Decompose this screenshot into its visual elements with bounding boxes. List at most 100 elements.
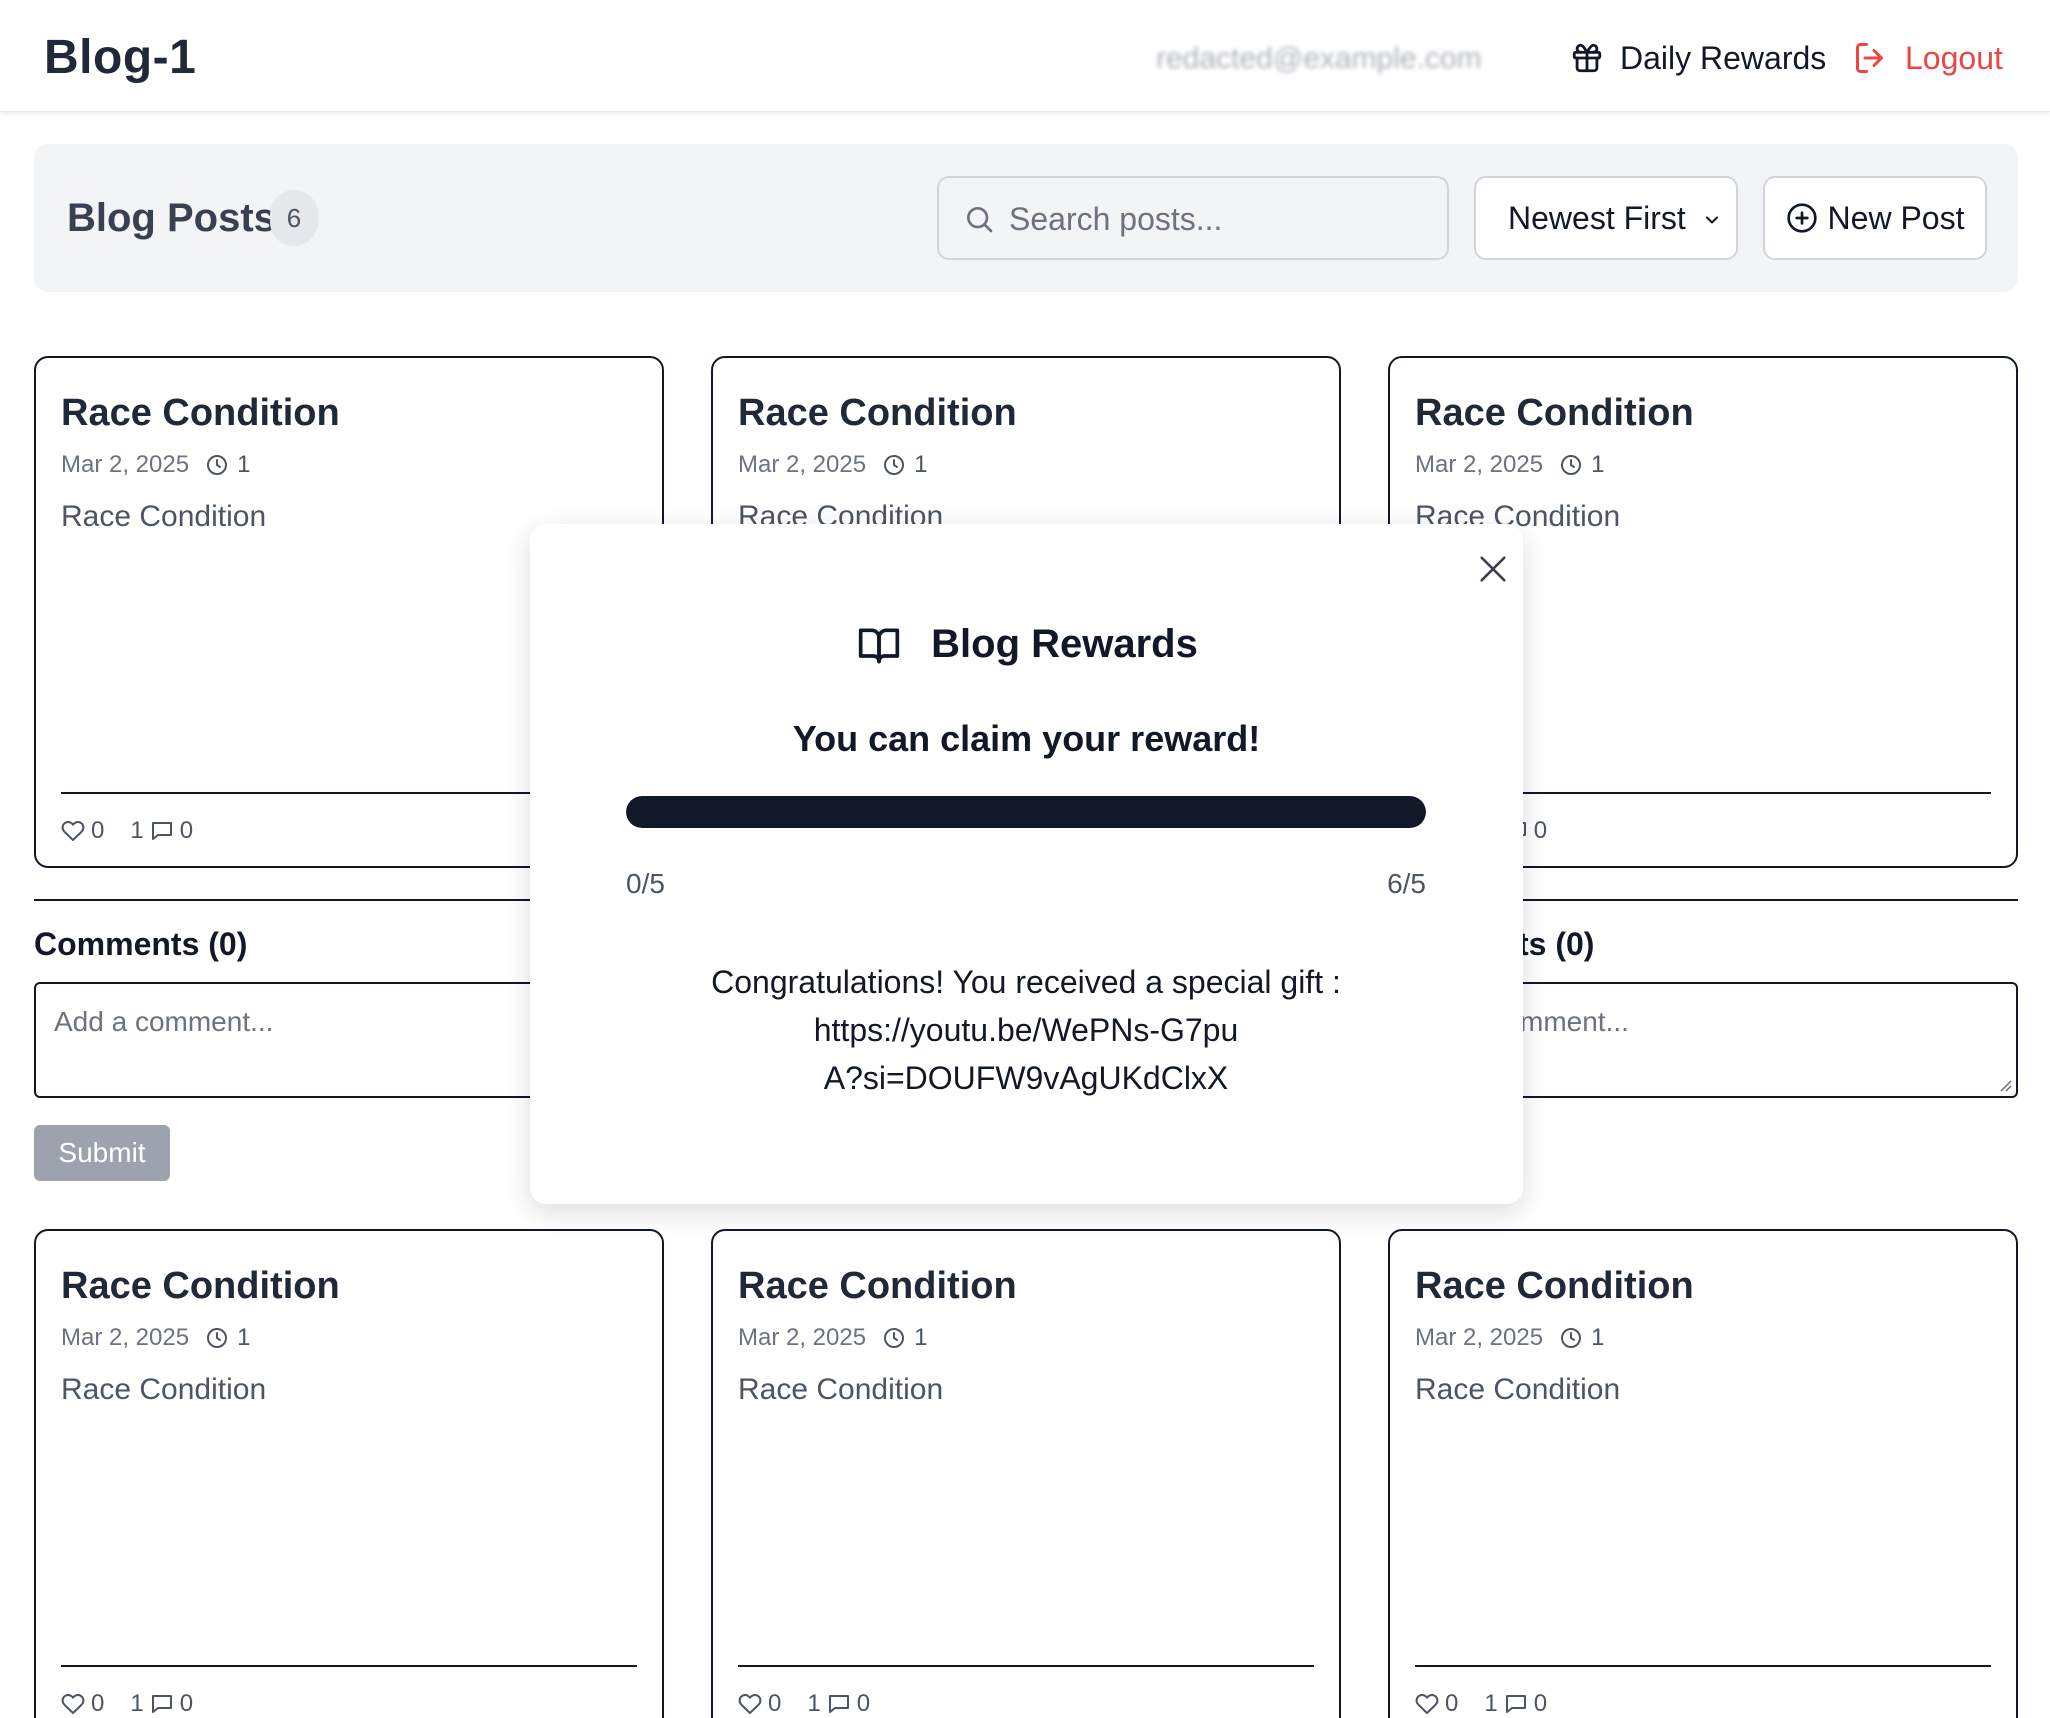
clock-icon	[1561, 1328, 1582, 1348]
post-stats: 0 1 0	[61, 816, 193, 846]
submit-comment-button[interactable]: Submit	[34, 1125, 170, 1181]
search-field[interactable]	[937, 176, 1449, 260]
comment-icon	[151, 822, 172, 840]
comment-count: 0	[179, 1690, 194, 1717]
search-icon	[967, 207, 993, 233]
clock-icon	[207, 455, 228, 475]
post-count-badge: 6	[270, 190, 318, 246]
post-card[interactable]: Race Condition Mar 2, 2025 1 Race Condit…	[34, 1229, 664, 1718]
like-button[interactable]: 0	[61, 817, 104, 845]
reading-time-value: 1	[1591, 451, 1605, 478]
comment-placeholder-partial: mment...	[1520, 1006, 1629, 1037]
post-date: Mar 2, 2025	[61, 451, 190, 478]
reading-time: 1	[882, 451, 927, 479]
clock-icon	[884, 455, 905, 475]
reward-progress-fill	[626, 796, 1426, 828]
reward-message: Congratulations! You received a special …	[626, 958, 1426, 1102]
modal-subtitle: You can claim your reward!	[792, 718, 1261, 759]
page-title: Blog Posts	[67, 196, 276, 240]
comment-count: 0	[856, 1690, 871, 1717]
reading-time-value: 1	[237, 451, 251, 478]
new-post-button[interactable]: New Post	[1763, 176, 1987, 260]
comment-icon	[828, 1695, 849, 1713]
card-divider	[61, 1665, 637, 1667]
post-excerpt: Race Condition	[738, 1373, 944, 1406]
comment-toggle[interactable]: 1 0	[130, 1690, 193, 1718]
sort-selected-value: Newest First	[1508, 199, 1686, 236]
heart-icon	[738, 1694, 762, 1714]
logout-label: Logout	[1905, 39, 2003, 76]
post-date: Mar 2, 2025	[738, 1324, 867, 1351]
daily-rewards-link[interactable]: Daily Rewards	[1570, 34, 1826, 82]
comment-icon	[151, 1695, 172, 1713]
comment-prefix: 1	[130, 1690, 144, 1717]
user-email: redacted@example.com	[1156, 42, 1482, 75]
post-meta: Mar 2, 2025 1	[1415, 450, 1604, 480]
post-title[interactable]: Race Condition	[61, 392, 340, 435]
like-count: 0	[91, 817, 105, 844]
progress-max-label: 6/5	[1387, 868, 1426, 899]
modal-title-text: Blog Rewards	[931, 622, 1198, 666]
like-button[interactable]: 0	[738, 1690, 781, 1718]
like-count: 0	[1445, 1690, 1459, 1717]
heart-icon	[1415, 1694, 1439, 1714]
comment-toggle[interactable]: 1 0	[807, 1690, 870, 1718]
reading-time: 1	[882, 1324, 927, 1352]
post-meta: Mar 2, 2025 1	[61, 1323, 250, 1353]
post-date: Mar 2, 2025	[738, 451, 867, 478]
reward-progress-bar	[626, 796, 1426, 828]
comment-count: 0	[179, 817, 194, 844]
rewards-modal: Blog Rewards You can claim your reward! …	[530, 524, 1523, 1204]
card-divider	[738, 1665, 1314, 1667]
comment-toggle[interactable]: 1 0	[130, 817, 193, 845]
post-title[interactable]: Race Condition	[738, 392, 1017, 435]
comment-toggle[interactable]: 1 0	[1484, 1690, 1547, 1718]
new-post-label: New Post	[1827, 199, 1965, 236]
like-button[interactable]: 0	[61, 1690, 104, 1718]
reward-message-text: Congratulations! You received a special …	[711, 964, 1341, 1000]
modal-title: Blog Rewards	[530, 622, 1523, 667]
post-meta: Mar 2, 2025 1	[61, 450, 250, 480]
heart-icon	[61, 1694, 85, 1714]
logout-button[interactable]: Logout	[1853, 34, 2003, 82]
chevron-down-icon	[1706, 216, 1718, 224]
post-date: Mar 2, 2025	[1415, 451, 1544, 478]
comment-placeholder: Add a comment...	[54, 1006, 274, 1037]
post-stats: 0 1 0	[1415, 1689, 1547, 1718]
clock-icon	[884, 1328, 905, 1348]
comments-heading: Comments (0)	[34, 926, 248, 962]
post-stats: 0 1 0	[61, 1689, 193, 1718]
reward-gift-link[interactable]: https://youtu.be/WePNs-G7puA?si=DOUFW9vA…	[806, 1006, 1246, 1102]
search-input[interactable]	[1009, 194, 1429, 244]
post-excerpt: Race Condition	[1415, 1373, 1621, 1406]
app-brand[interactable]: Blog-1	[44, 30, 196, 85]
clock-icon	[1561, 455, 1582, 475]
post-title[interactable]: Race Condition	[1415, 1265, 1694, 1308]
comment-count: 0	[1533, 1690, 1548, 1717]
heart-icon	[61, 821, 85, 841]
posts-toolbar: Blog Posts 6 Newest First New Post	[34, 144, 2018, 292]
like-button[interactable]: 0	[1415, 1690, 1458, 1718]
like-count: 0	[91, 1690, 105, 1717]
like-count: 0	[768, 1690, 782, 1717]
post-title[interactable]: Race Condition	[61, 1265, 340, 1308]
sort-select[interactable]: Newest First	[1474, 176, 1738, 260]
reading-time: 1	[1559, 451, 1604, 479]
comment-prefix: 1	[130, 817, 144, 844]
reading-time: 1	[1559, 1324, 1604, 1352]
post-meta: Mar 2, 2025 1	[1415, 1323, 1604, 1353]
post-card[interactable]: Race Condition Mar 2, 2025 1 Race Condit…	[1388, 1229, 2018, 1718]
daily-rewards-label: Daily Rewards	[1620, 39, 1827, 76]
close-icon[interactable]	[1476, 552, 1510, 586]
top-navbar: Blog-1 redacted@example.com Daily Reward…	[0, 0, 2050, 112]
post-stats: 0 1 0	[738, 1689, 870, 1718]
comment-icon	[1505, 1695, 1526, 1713]
reading-time-value: 1	[914, 1324, 928, 1351]
post-card[interactable]: Race Condition Mar 2, 2025 1 Race Condit…	[711, 1229, 1341, 1718]
reading-time-value: 1	[1591, 1324, 1605, 1351]
resize-grip-icon[interactable]	[1997, 1077, 2013, 1093]
post-title[interactable]: Race Condition	[738, 1265, 1017, 1308]
logout-icon	[1856, 43, 1883, 73]
post-title[interactable]: Race Condition	[1415, 392, 1694, 435]
card-divider	[1415, 1665, 1991, 1667]
